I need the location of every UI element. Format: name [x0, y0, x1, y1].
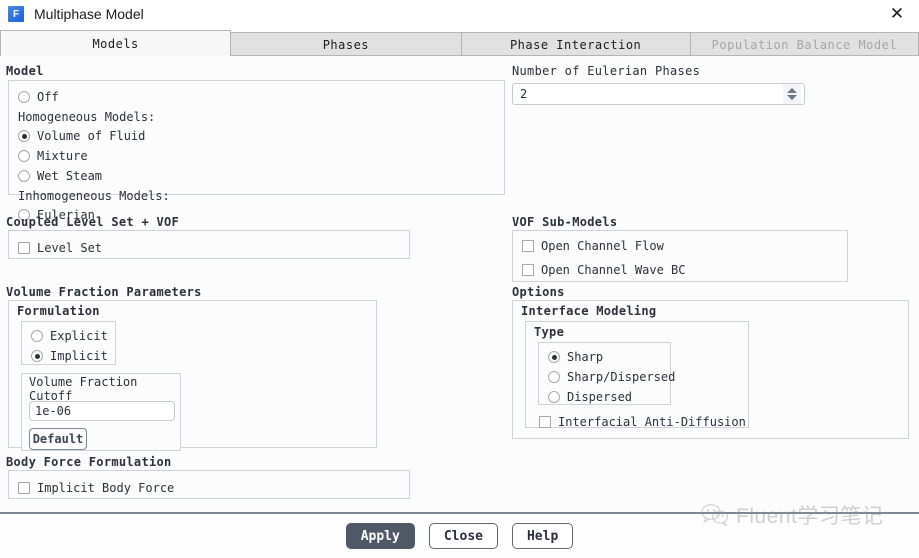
radio-mixture[interactable]: Mixture	[18, 146, 504, 166]
radio-implicit[interactable]: Implicit	[31, 346, 115, 366]
footer-button-group: Apply Close Help	[0, 523, 919, 549]
formulation-title: Formulation	[17, 304, 100, 318]
help-button[interactable]: Help	[511, 523, 574, 549]
checkbox-label: Implicit Body Force	[37, 481, 175, 495]
chevron-up-icon	[787, 88, 797, 93]
checkbox-indicator	[522, 240, 534, 252]
volume-fraction-cutoff-label: Volume Fraction Cutoff	[29, 374, 138, 403]
radio-sharp[interactable]: Sharp	[548, 347, 670, 367]
default-button[interactable]: Default	[29, 428, 87, 450]
tab-models[interactable]: Models	[0, 30, 232, 56]
tab-bar: Models Phases Phase Interaction Populati…	[0, 30, 919, 56]
radio-indicator	[18, 170, 30, 182]
eulerian-phases-spinner[interactable]: 2	[512, 83, 805, 105]
checkbox-open-channel-wave-bc[interactable]: Open Channel Wave BC	[522, 260, 847, 280]
options-title: Options	[512, 285, 565, 299]
eulerian-phases-label: Number of Eulerian Phases	[512, 64, 701, 78]
checkbox-level-set[interactable]: Level Set	[18, 238, 409, 258]
formulation-panel: Explicit Implicit	[21, 321, 116, 365]
title-bar: F Multiphase Model ✕	[0, 0, 919, 28]
radio-label: Sharp/Dispersed	[567, 370, 676, 384]
close-button[interactable]: Close	[428, 523, 498, 549]
type-panel: Sharp Sharp/Dispersed Dispersed	[538, 342, 675, 407]
radio-indicator	[548, 371, 560, 383]
inhomogeneous-models-label: Inhomogeneous Models:	[18, 188, 170, 203]
fluent-logo-icon: F	[8, 6, 24, 22]
checkbox-interfacial-anti-diffusion[interactable]: Interfacial Anti-Diffusion	[539, 412, 748, 432]
volume-fraction-parameters-panel: Formulation Explicit Implicit Volume Fra…	[8, 300, 377, 451]
checkbox-implicit-body-force[interactable]: Implicit Body Force	[18, 478, 409, 498]
checkbox-indicator	[18, 242, 30, 254]
radio-label: Volume of Fluid	[37, 129, 146, 143]
body-force-formulation-panel: Implicit Body Force	[8, 470, 410, 499]
close-icon[interactable]: ✕	[875, 0, 919, 28]
model-group-title: Model	[6, 64, 44, 78]
radio-indicator	[31, 350, 43, 362]
interface-modeling-title: Interface Modeling	[521, 304, 657, 318]
tab-population-balance-model: Population Balance Model	[689, 32, 919, 56]
window-title: Multiphase Model	[34, 6, 144, 22]
spinner-arrows-icon[interactable]	[783, 84, 801, 104]
checkbox-open-channel-flow[interactable]: Open Channel Flow	[522, 236, 847, 256]
homogeneous-models-label: Homogeneous Models:	[18, 109, 156, 124]
checkbox-label: Open Channel Wave BC	[541, 263, 686, 277]
checkbox-indicator	[539, 416, 551, 428]
radio-label: Explicit	[50, 329, 108, 343]
tab-phases[interactable]: Phases	[230, 32, 462, 56]
interface-modeling-panel: Type Sharp Sharp/Dispersed Dispersed Int…	[525, 321, 749, 429]
radio-label: Wet Steam	[37, 169, 103, 183]
radio-label: Mixture	[37, 149, 88, 163]
radio-explicit[interactable]: Explicit	[31, 326, 115, 346]
radio-indicator	[18, 130, 30, 142]
coupled-level-set-title: Coupled Level Set + VOF	[6, 215, 180, 229]
radio-indicator	[548, 391, 560, 403]
chevron-down-icon	[787, 95, 797, 100]
coupled-level-set-panel: Level Set	[8, 230, 410, 259]
checkbox-indicator	[18, 482, 30, 494]
tab-phase-interaction[interactable]: Phase Interaction	[460, 32, 691, 56]
vof-sub-models-panel: Open Channel Flow Open Channel Wave BC	[512, 230, 848, 282]
radio-indicator	[31, 330, 43, 342]
options-panel: Interface Modeling Type Sharp Sharp/Disp…	[512, 300, 909, 439]
checkbox-label: Level Set	[37, 241, 103, 255]
radio-volume-of-fluid[interactable]: Volume of Fluid	[18, 126, 504, 146]
volume-fraction-cutoff-input[interactable]: 1e-06	[29, 401, 175, 421]
radio-label: Sharp	[567, 350, 604, 364]
volume-fraction-cutoff-panel: Volume Fraction Cutoff 1e-06 Default	[21, 373, 181, 451]
dialog-content: Model Off Homogeneous Models: Volume of …	[0, 56, 919, 512]
model-panel: Off Homogeneous Models: Volume of Fluid …	[8, 80, 505, 222]
type-title: Type	[534, 325, 565, 339]
apply-button[interactable]: Apply	[345, 523, 415, 549]
footer-bar: Apply Close Help	[0, 514, 919, 558]
body-force-formulation-title: Body Force Formulation	[6, 455, 172, 469]
vof-sub-models-title: VOF Sub-Models	[512, 215, 618, 229]
radio-indicator	[18, 91, 30, 103]
checkbox-label: Interfacial Anti-Diffusion	[558, 415, 746, 429]
radio-sharp-dispersed[interactable]: Sharp/Dispersed	[548, 367, 675, 387]
radio-indicator	[548, 351, 560, 363]
radio-label: Implicit	[50, 349, 108, 363]
radio-indicator	[18, 150, 30, 162]
volume-fraction-parameters-title: Volume Fraction Parameters	[6, 285, 202, 299]
radio-dispersed[interactable]: Dispersed	[548, 387, 670, 407]
radio-wet-steam[interactable]: Wet Steam	[18, 166, 504, 186]
radio-label: Dispersed	[567, 390, 633, 404]
checkbox-indicator	[522, 264, 534, 276]
radio-label: Off	[37, 90, 59, 104]
eulerian-phases-value[interactable]: 2	[513, 87, 783, 101]
radio-model-off[interactable]: Off	[18, 87, 504, 107]
checkbox-label: Open Channel Flow	[541, 239, 664, 253]
